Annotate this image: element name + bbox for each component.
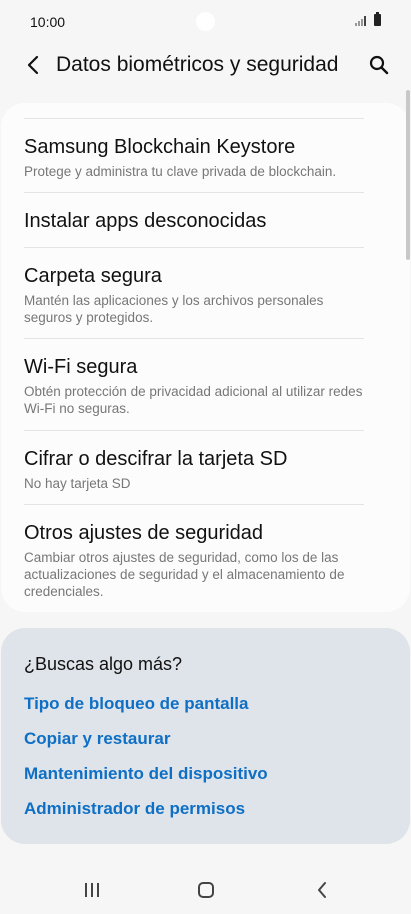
setting-title: Samsung Blockchain Keystore (24, 136, 296, 158)
related-title: ¿Buscas algo más? (24, 654, 183, 674)
link-device-care[interactable]: Mantenimiento del dispositivo (24, 764, 268, 784)
setting-blockchain-keystore[interactable]: Samsung Blockchain Keystore Protege y ad… (24, 118, 364, 180)
signal-icon (355, 16, 366, 26)
status-bar: 10:00 (0, 0, 411, 44)
scrollbar[interactable] (406, 90, 410, 260)
status-time: 10:00 (30, 14, 66, 30)
back-icon (318, 882, 326, 898)
setting-other-security[interactable]: Otros ajustes de seguridad Cambiar otros… (24, 504, 364, 600)
setting-description: No hay tarjeta SD (24, 476, 131, 491)
setting-description: Protege y administra tu clave privada de… (24, 164, 337, 179)
setting-description: Obtén protección de privacidad adicional… (24, 384, 363, 416)
setting-description: Mantén las aplicaciones y los archivos p… (24, 293, 324, 325)
setting-title: Cifrar o descifrar la tarjeta SD (24, 448, 288, 470)
setting-description: Cambiar otros ajustes de seguridad, como… (24, 550, 345, 599)
setting-unknown-apps[interactable]: Instalar apps desconocidas (24, 192, 364, 247)
home-button[interactable] (186, 872, 226, 908)
page-title: Datos biométricos y seguridad (56, 53, 339, 76)
setting-title: Instalar apps desconocidas (24, 210, 267, 232)
setting-secure-wifi[interactable]: Wi-Fi segura Obtén protección de privaci… (24, 338, 364, 417)
setting-title: Wi-Fi segura (24, 356, 138, 378)
link-backup-restore[interactable]: Copiar y restaurar (24, 729, 170, 749)
chevron-left-icon (27, 55, 39, 75)
link-screen-lock-type[interactable]: Tipo de bloqueo de pantalla (24, 694, 248, 714)
home-icon (198, 882, 214, 898)
setting-secure-folder[interactable]: Carpeta segura Mantén las aplicaciones y… (24, 247, 364, 326)
settings-list: Samsung Blockchain Keystore Protege y ad… (1, 103, 410, 612)
setting-sd-encryption[interactable]: Cifrar o descifrar la tarjeta SD No hay … (24, 430, 364, 492)
back-nav-button[interactable] (302, 872, 342, 908)
battery-icon (374, 12, 381, 26)
related-suggestions: ¿Buscas algo más? Tipo de bloqueo de pan… (1, 628, 410, 844)
back-button[interactable] (18, 50, 48, 80)
search-icon (369, 55, 389, 75)
app-bar: Datos biométricos y seguridad (0, 40, 411, 92)
navigation-bar (0, 866, 411, 914)
search-button[interactable] (364, 50, 394, 80)
link-permission-manager[interactable]: Administrador de permisos (24, 799, 245, 819)
camera-cutout (196, 12, 215, 31)
recents-button[interactable] (72, 872, 112, 908)
setting-title: Carpeta segura (24, 265, 162, 287)
setting-title: Otros ajustes de seguridad (24, 522, 264, 544)
recents-icon (85, 883, 99, 897)
